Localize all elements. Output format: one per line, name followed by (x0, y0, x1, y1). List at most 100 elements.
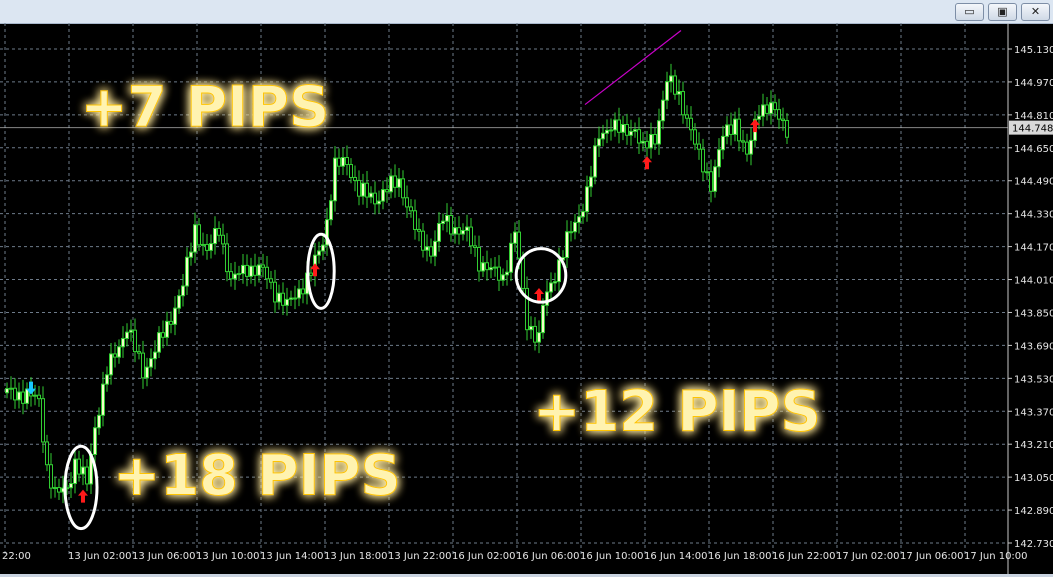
candle-body (369, 192, 373, 198)
candle-body (669, 75, 673, 83)
candle-body (389, 175, 393, 193)
candle-body (361, 182, 365, 197)
candle-body (737, 118, 741, 142)
x-tick-label: 16 Jun 10:00 (580, 551, 644, 562)
candle-body (625, 123, 629, 136)
candle-body (541, 304, 545, 334)
candle-body (213, 228, 217, 245)
candle-body (401, 178, 405, 199)
candle-body (9, 387, 13, 390)
candle-body (481, 262, 485, 272)
candle-body (117, 346, 121, 358)
candle-body (129, 329, 133, 333)
y-tick-label: 144.170 (1014, 243, 1053, 254)
candle-body (85, 466, 89, 485)
minimize-button[interactable]: ▭ (955, 3, 984, 21)
close-button[interactable]: ✕ (1021, 3, 1050, 21)
candle-body (245, 264, 249, 277)
candle-body (145, 366, 149, 379)
candle-body (269, 278, 273, 283)
candle-body (441, 220, 445, 224)
candle-body (185, 256, 189, 287)
candle-body (545, 291, 549, 306)
candle-body (617, 119, 621, 133)
candle-body (205, 243, 209, 251)
candle-body (81, 466, 85, 475)
candle-body (457, 227, 461, 235)
candle-body (517, 231, 521, 259)
candle-body (173, 307, 177, 325)
pip-annotations: +7 PIPS +18 PIPS +12 PIPS (80, 74, 821, 508)
candle-body (377, 200, 381, 205)
current-price-label: 144.748 (1012, 124, 1053, 135)
candle-body (337, 157, 341, 167)
candle-body (113, 353, 117, 358)
candle-body (357, 179, 361, 197)
candle-body (421, 230, 425, 251)
candle-body (681, 91, 685, 116)
candle-body (757, 115, 761, 120)
price-chart[interactable]: +7 PIPS+18 PIPS+12 PIPS 145.130144.97014… (0, 23, 1053, 574)
candle-body (241, 264, 245, 275)
candle-body (417, 228, 421, 232)
candle-body (677, 91, 681, 95)
candle-body (629, 130, 633, 136)
candle-body (229, 271, 233, 280)
candle-body (209, 243, 213, 251)
y-tick-label: 143.530 (1014, 374, 1053, 385)
pip-annotation: +18 PIPS (113, 443, 401, 508)
candle-body (317, 250, 321, 256)
candle-body (233, 273, 237, 280)
candle-body (333, 157, 337, 202)
candle-body (781, 118, 785, 122)
candle-body (501, 274, 505, 281)
candle-body (409, 206, 413, 212)
candle-body (449, 214, 453, 235)
candle-body (557, 259, 561, 283)
candle-body (597, 138, 601, 147)
candle-body (537, 332, 541, 343)
candle-body (161, 332, 165, 338)
candle-body (149, 358, 153, 368)
candle-body (733, 118, 737, 135)
candle-body (765, 104, 769, 114)
candle-body (745, 141, 749, 155)
candle-body (277, 292, 281, 303)
candle-body (309, 272, 313, 276)
candle-body (289, 297, 293, 300)
candle-body (329, 200, 333, 221)
y-tick-label: 145.130 (1014, 45, 1053, 56)
candle-body (533, 325, 537, 343)
candle-body (341, 157, 345, 167)
x-tick-label: 13 Jun 14:00 (260, 551, 324, 562)
candle-body (125, 331, 129, 339)
buy-arrow-icon (78, 489, 88, 503)
restore-button[interactable]: ▣ (988, 3, 1017, 21)
candle-body (493, 266, 497, 269)
candle-body (189, 251, 193, 258)
candle-body (445, 214, 449, 222)
candle-body (601, 132, 605, 140)
candle-body (581, 211, 585, 218)
candle-body (633, 129, 637, 132)
candle-body (565, 231, 569, 259)
candle-body (469, 226, 473, 247)
candle-body (785, 120, 789, 138)
candle-body (653, 134, 657, 145)
y-tick-label: 144.970 (1014, 78, 1053, 89)
candle-body (373, 192, 377, 205)
candle-body (37, 394, 41, 400)
candle-body (725, 124, 729, 137)
candle-body (353, 176, 357, 181)
candle-body (473, 245, 477, 248)
candle-body (381, 189, 385, 202)
candle-body (273, 281, 277, 303)
candle-body (665, 81, 669, 101)
pip-annotation: +7 PIPS (81, 75, 330, 140)
price-axis: 145.130 144.970 144.810 144.650 144.490 144.3… (1008, 45, 1053, 550)
candle-body (489, 267, 493, 271)
candle-body (249, 265, 253, 277)
time-axis: 22:00 13 Jun 02:00 13 Jun 06:00 13 Jun 10:0… (2, 551, 1028, 562)
y-tick-label: 143.050 (1014, 473, 1053, 484)
candle-body (261, 264, 265, 268)
